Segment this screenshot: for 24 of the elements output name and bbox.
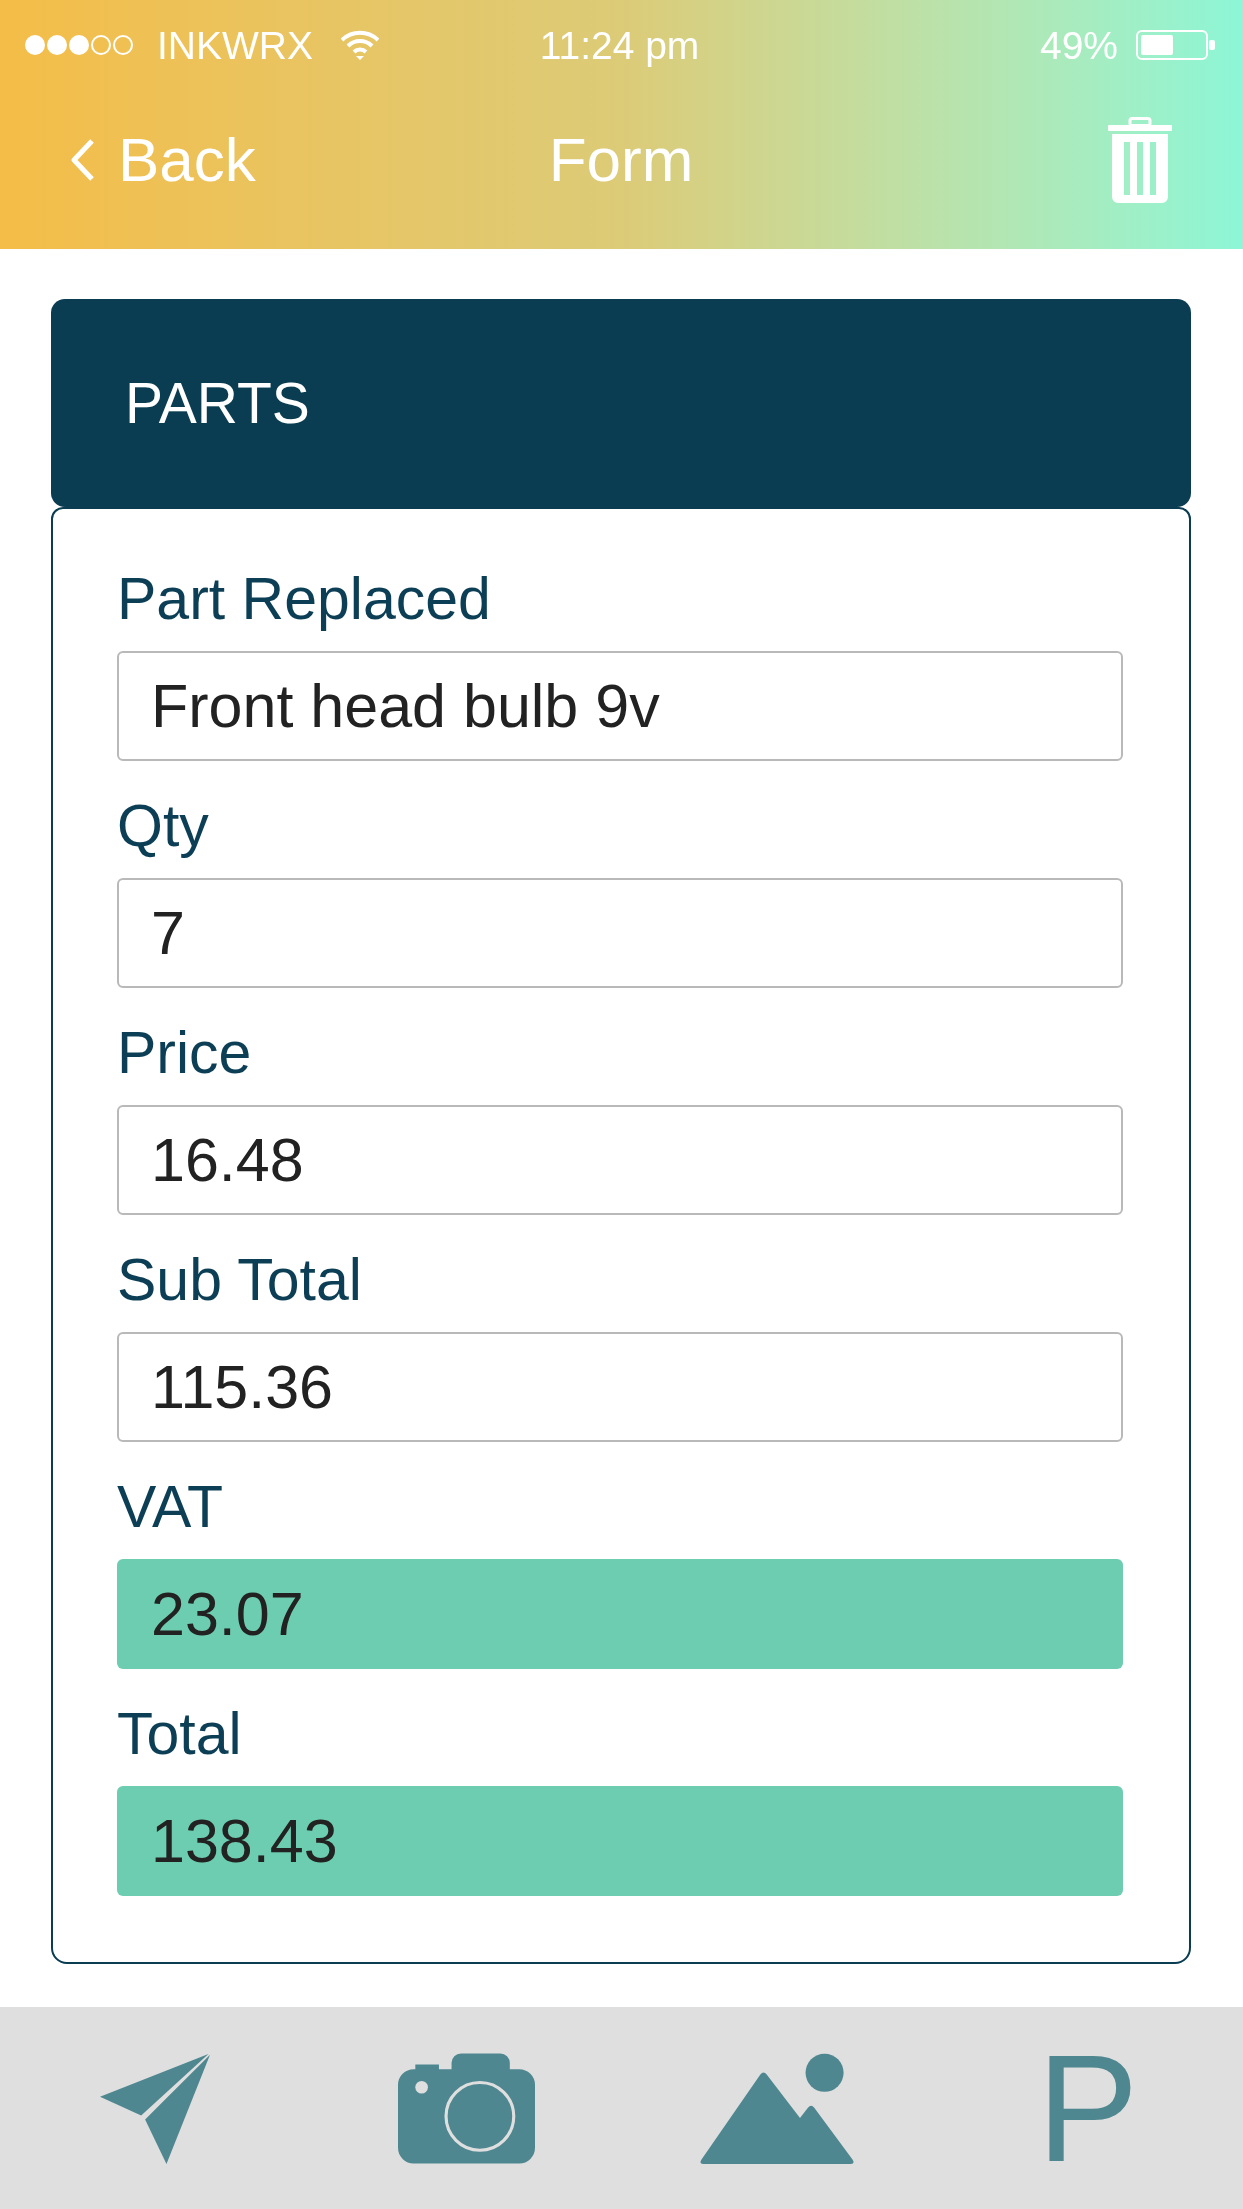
field-label: Total (117, 1701, 243, 1767)
calculated-field[interactable]: 138.43 (117, 1786, 1123, 1896)
calculated-field[interactable]: 23.07 (117, 1559, 1123, 1669)
nav-title: Form (548, 129, 694, 191)
battery-icon (1136, 30, 1215, 60)
field-label: VAT (117, 1474, 224, 1540)
section-title: PARTS (125, 374, 310, 432)
field-label: Part Replaced (117, 566, 492, 632)
camera-icon[interactable] (397, 2052, 535, 2164)
text-field[interactable]: 7 (117, 878, 1123, 988)
text-field[interactable]: 16.48 (117, 1105, 1123, 1215)
chevron-icon (70, 138, 96, 182)
text-field[interactable]: 115.36 (117, 1332, 1123, 1442)
wifi-icon (341, 30, 379, 60)
signal-strength-icon (24, 34, 135, 56)
image-icon[interactable] (699, 2052, 854, 2164)
carrier-name: INKWRX (157, 25, 313, 65)
field-label: Price (117, 1020, 253, 1086)
field-label: Sub Total (117, 1247, 363, 1313)
paper-plane-icon[interactable] (100, 2052, 211, 2164)
battery-percentage: 49% (1039, 25, 1118, 65)
status-time: 11:24 pm (539, 25, 700, 65)
text-field[interactable]: Front head bulb 9v (117, 651, 1123, 761)
field-label: Qty (117, 793, 210, 859)
